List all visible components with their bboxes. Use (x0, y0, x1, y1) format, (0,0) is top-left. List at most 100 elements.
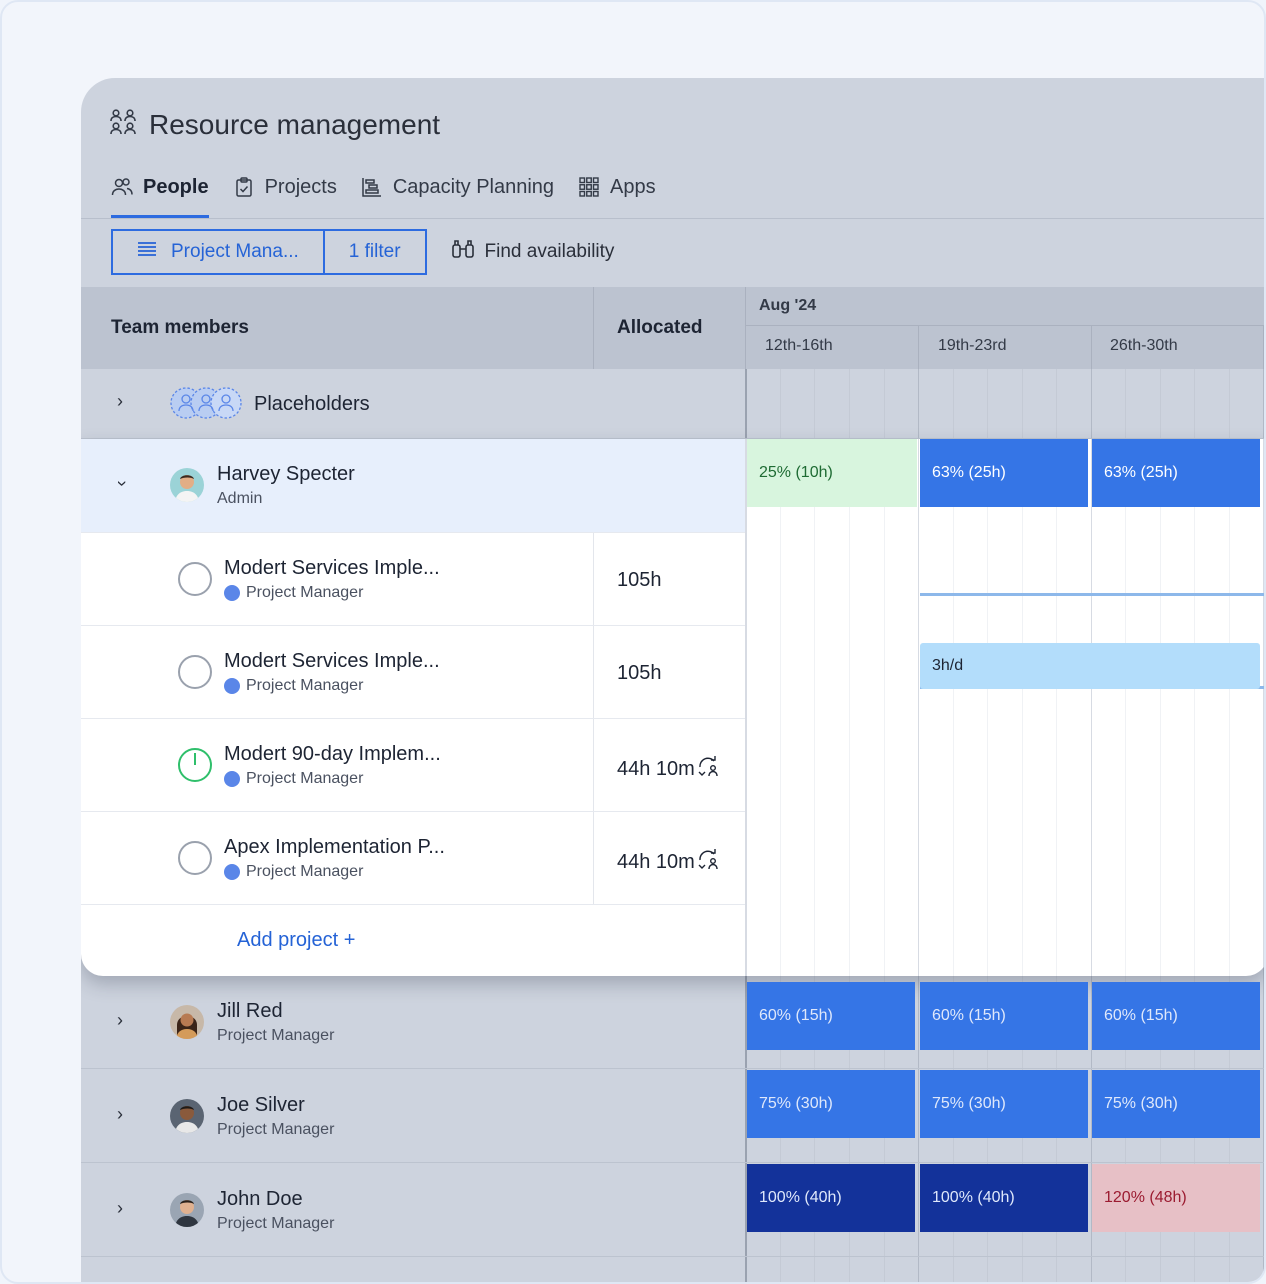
member-row-joe[interactable]: › Joe Silver Project Manager 75% (30h) 7… (81, 1070, 1264, 1163)
member-row-jill[interactable]: › Jill Red Project Manager 60% (15h) 60%… (81, 976, 1264, 1069)
grid-line (1263, 439, 1264, 976)
allocation-bar[interactable]: 60% (15h) (747, 982, 915, 1050)
clipboard-icon (233, 176, 255, 204)
filter-button[interactable]: 1 filter (322, 231, 425, 273)
placeholders-label: Placeholders (254, 393, 370, 415)
recurring-user-icon (697, 848, 719, 876)
project-allocation-bar[interactable]: 3h/d (920, 643, 1260, 689)
tab-capacity-planning[interactable]: Capacity Planning (361, 174, 554, 218)
grid-line (1022, 439, 1023, 976)
allocation-bar[interactable]: 100% (40h) (920, 1164, 1088, 1232)
member-row-harvey[interactable]: › Harvey Specter Admin (81, 439, 745, 532)
grid-line (987, 439, 988, 976)
view-filter-group: Project Mana... 1 filter (111, 229, 427, 275)
column-divider[interactable] (745, 287, 746, 369)
column-divider[interactable] (593, 287, 594, 369)
progress-ring-icon (178, 841, 212, 875)
recurring-user-icon (697, 755, 719, 783)
tab-label: People (143, 176, 209, 198)
list-icon (137, 241, 157, 263)
grid-line (1194, 439, 1195, 976)
avatar (170, 468, 204, 502)
progress-ring-icon (178, 655, 212, 689)
chevron-right-icon[interactable]: › (117, 1010, 123, 1031)
grid-line (1160, 439, 1161, 976)
avatar (170, 1193, 204, 1227)
allocated-hours-cell: 44h 10m (617, 755, 719, 783)
allocation-bar[interactable]: 75% (30h) (1092, 1070, 1260, 1138)
allocation-bar[interactable]: 75% (30h) (747, 1070, 915, 1138)
member-role: Project Manager (217, 1121, 335, 1138)
find-availability-button[interactable]: Find availability (451, 239, 614, 265)
member-role: Admin (217, 490, 263, 507)
allocation-bar[interactable]: 100% (40h) (747, 1164, 915, 1232)
allocation-bar[interactable]: 60% (15h) (920, 982, 1088, 1050)
resource-people-icon (109, 108, 137, 141)
tab-people[interactable]: People (111, 174, 209, 218)
expanded-member-card: › Harvey Specter Admin 25% (10h) 63% (25… (81, 439, 1264, 976)
project-role-label: Project Manager (246, 770, 364, 787)
app-title: Resource management (149, 108, 441, 140)
allocation-bar[interactable]: 60% (15h) (1092, 982, 1260, 1050)
project-name: Modert 90-day Implem... (224, 743, 441, 765)
toolbar: Project Mana... 1 filter Find availabili… (111, 229, 614, 275)
cell-divider (593, 812, 594, 904)
allocation-bar[interactable]: 63% (25h) (920, 439, 1088, 507)
project-role: Project Manager (224, 677, 363, 695)
project-name: Apex Implementation P... (224, 836, 445, 858)
project-role: Project Manager (224, 584, 363, 602)
member-role: Project Manager (217, 1027, 335, 1044)
allocated-hours: 44h 10m (617, 850, 695, 873)
project-row[interactable]: Apex Implementation P... Project Manager… (81, 811, 745, 904)
avatar (170, 1099, 204, 1133)
chevron-right-icon[interactable]: › (117, 1198, 123, 1219)
allocation-bar[interactable]: 63% (25h) (1092, 439, 1260, 507)
divider (81, 218, 1264, 219)
allocated-hours-cell: 44h 10m (617, 848, 719, 876)
project-role-label: Project Manager (246, 863, 364, 880)
tab-projects[interactable]: Projects (233, 174, 337, 218)
week-divider (1091, 325, 1092, 369)
allocation-bar[interactable]: 120% (48h) (1092, 1164, 1260, 1232)
week-divider (1263, 325, 1264, 369)
project-row[interactable]: Modert 90-day Implem... Project Manager … (81, 718, 745, 811)
team-members-header[interactable]: Team members (111, 317, 249, 339)
allocated-hours: 105h (617, 569, 662, 591)
cell-divider (593, 719, 594, 811)
apps-grid-icon (578, 176, 600, 204)
chevron-down-icon[interactable]: › (112, 481, 133, 487)
placeholders-row[interactable]: › Placeholders (81, 369, 1264, 439)
window-frame: Resource management People Projects Capa… (0, 0, 1266, 1284)
allocation-bar[interactable]: 25% (10h) (747, 439, 917, 507)
cell-divider (593, 626, 594, 718)
week-divider (918, 325, 919, 369)
project-row[interactable]: Modert Services Imple... Project Manager… (81, 625, 745, 718)
people-icon (111, 176, 133, 204)
project-role: Project Manager (224, 770, 363, 788)
allocation-bar[interactable]: 75% (30h) (920, 1070, 1088, 1138)
add-project-button[interactable]: Add project + (237, 929, 355, 952)
chevron-right-icon[interactable]: › (117, 1104, 123, 1125)
tab-label: Apps (610, 176, 656, 198)
week-label: 12th-16th (765, 337, 833, 354)
view-selector-button[interactable]: Project Mana... (113, 231, 323, 273)
tab-bar: People Projects Capacity Planning Apps (111, 174, 656, 218)
cell-divider (593, 533, 594, 625)
allocated-hours: 44h 10m (617, 757, 695, 780)
member-row-john[interactable]: › John Doe Project Manager 100% (40h) 10… (81, 1164, 1264, 1257)
tab-label: Projects (264, 176, 337, 198)
project-row[interactable]: Modert Services Imple... Project Manager… (81, 532, 745, 625)
allocated-header[interactable]: Allocated (617, 317, 703, 339)
week-divider (745, 325, 1264, 326)
globe-icon (224, 864, 240, 880)
tab-apps[interactable]: Apps (578, 174, 656, 218)
chevron-right-icon[interactable]: › (117, 391, 123, 412)
globe-icon (224, 678, 240, 694)
placeholder-group-icon (169, 386, 243, 425)
progress-ring-icon (178, 562, 212, 596)
allocated-hours: 105h (617, 662, 662, 684)
week-label: 19th-23rd (938, 337, 1007, 354)
progress-ring-icon (178, 748, 212, 782)
grid-line (1056, 439, 1057, 976)
gantt-icon (361, 176, 383, 204)
